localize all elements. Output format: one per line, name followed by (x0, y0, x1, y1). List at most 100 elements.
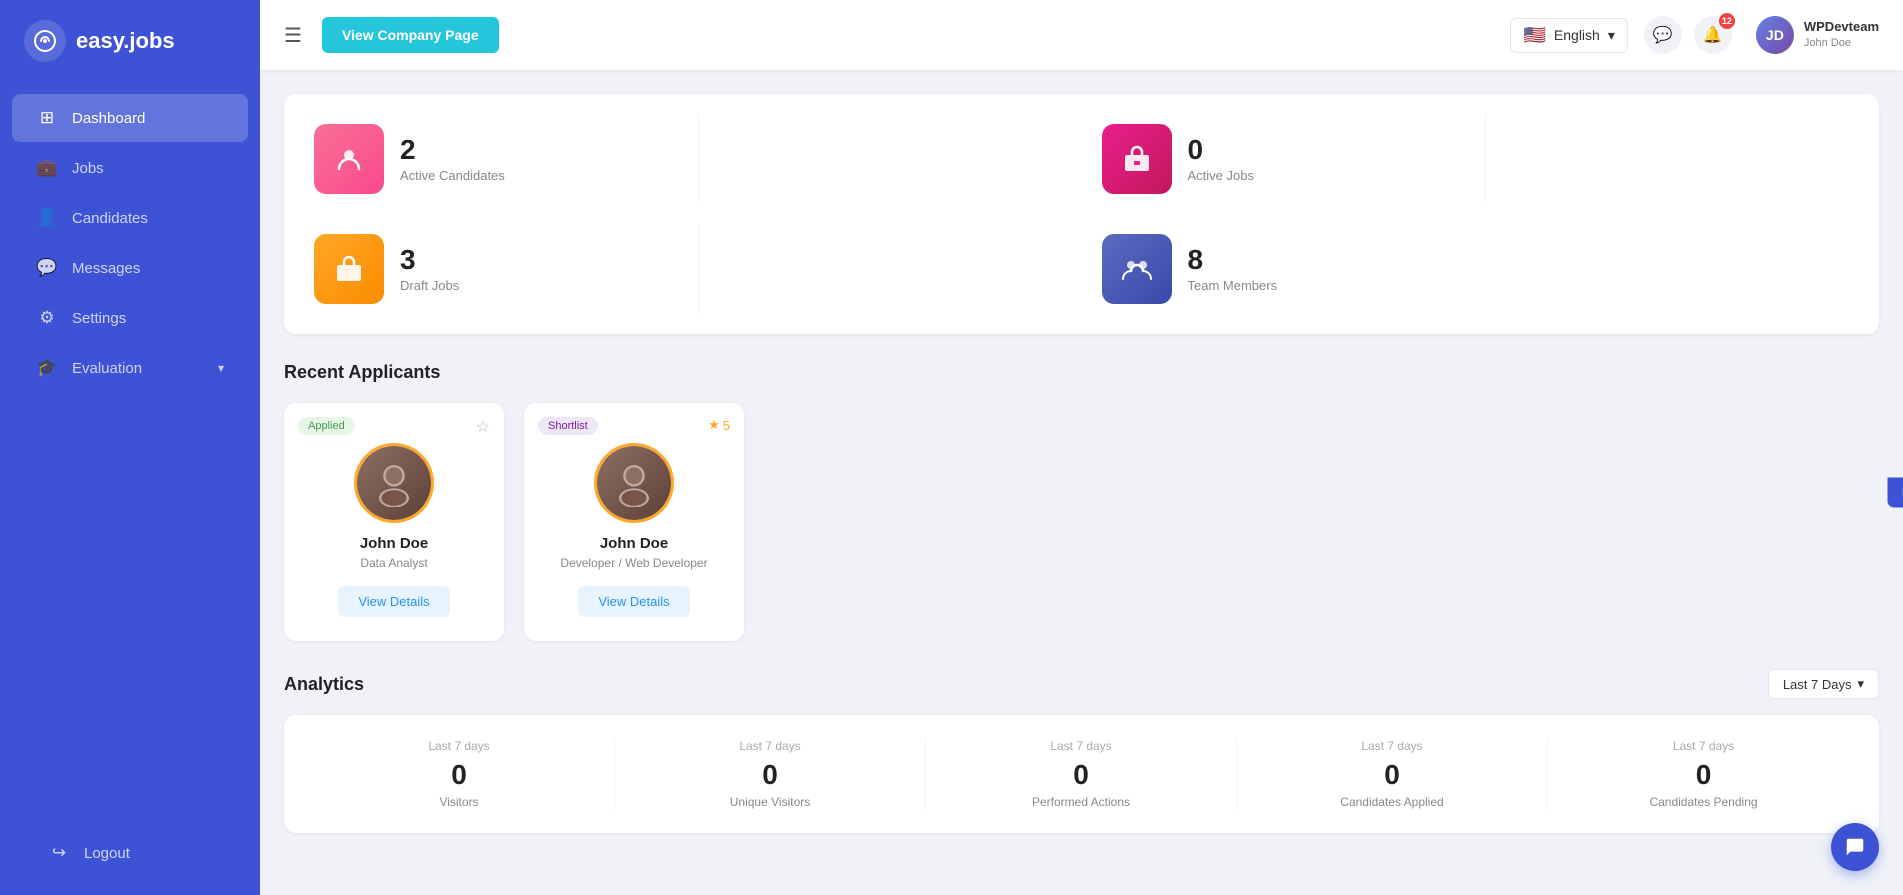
sidebar-label-evaluation: Evaluation (72, 360, 142, 377)
stat-draft-jobs: 3 Draft Jobs (304, 224, 678, 314)
content-area: 2 Active Candidates 0 Active Jobs (260, 70, 1903, 895)
unique-visitors-period: Last 7 days (739, 739, 800, 753)
team-members-number: 8 (1188, 246, 1278, 274)
candidates-applied-period: Last 7 days (1361, 739, 1422, 753)
user-text: WPDevteam John Doe (1804, 19, 1879, 50)
draft-jobs-stat-icon (314, 234, 384, 304)
sidebar-label-messages: Messages (72, 260, 140, 277)
applicant-avatar-1 (354, 443, 434, 523)
active-jobs-number: 0 (1188, 136, 1254, 164)
chevron-down-icon: ▾ (218, 361, 224, 375)
sidebar-label-jobs: Jobs (72, 160, 104, 177)
analytics-stat-visitors: Last 7 days 0 Visitors (304, 739, 615, 809)
analytics-filter-button[interactable]: Last 7 Days ▾ (1768, 669, 1879, 699)
language-selector[interactable]: 🇺🇸 English ▾ (1510, 18, 1627, 53)
star-count: 5 (723, 418, 730, 433)
user-info[interactable]: JD WPDevteam John Doe (1756, 16, 1879, 54)
stats-row: 2 Active Candidates 0 Active Jobs (284, 94, 1879, 334)
gear-icon: ⚙ (36, 308, 58, 328)
applicant-name-2: John Doe (600, 535, 668, 552)
chevron-down-icon: ▾ (1857, 676, 1864, 692)
analytics-title: Analytics (284, 674, 364, 695)
logout-icon: ↪ (48, 843, 70, 863)
applicant-avatar-2 (594, 443, 674, 523)
team-members-label: Team Members (1188, 278, 1278, 293)
performed-actions-label: Performed Actions (1032, 795, 1130, 809)
applicant-name-1: John Doe (360, 535, 428, 552)
unique-visitors-number: 0 (762, 759, 778, 791)
person-icon: 👤 (36, 208, 58, 228)
chat-bubble-button[interactable] (1831, 823, 1879, 871)
menu-button[interactable]: ☰ (284, 23, 302, 48)
sidebar-item-logout[interactable]: ↪ Logout (24, 829, 236, 877)
sidebar-nav: ⊞ Dashboard 💼 Jobs 👤 Candidates 💬 Messag… (0, 82, 260, 811)
jobs-stat-icon (1102, 124, 1172, 194)
active-candidates-label: Active Candidates (400, 168, 505, 183)
notifications-button[interactable]: 🔔 12 (1694, 16, 1732, 54)
messages-button[interactable]: 💬 (1644, 16, 1682, 54)
sidebar-label-logout: Logout (84, 845, 130, 862)
applicant-card-1: Applied ☆ John Doe Data (284, 403, 504, 641)
sidebar-bottom: ↪ Logout (0, 811, 260, 895)
graduation-icon: 🎓 (36, 358, 58, 378)
star-icon: ★ (708, 417, 720, 433)
candidates-pending-period: Last 7 days (1673, 739, 1734, 753)
stat-active-candidates: 2 Active Candidates (304, 114, 678, 204)
header: ☰ View Company Page 🇺🇸 English ▾ 💬 🔔 12 … (260, 0, 1903, 70)
draft-jobs-label: Draft Jobs (400, 278, 459, 293)
team-members-stat-icon (1102, 234, 1172, 304)
message-icon: 💬 (1653, 25, 1673, 45)
chevron-down-icon: ▾ (1608, 27, 1615, 44)
view-company-page-button[interactable]: View Company Page (322, 17, 499, 53)
candidates-pending-label: Candidates Pending (1649, 795, 1757, 809)
bookmark-icon[interactable]: ☆ (476, 417, 490, 437)
visitors-period: Last 7 days (428, 739, 489, 753)
header-icons: 💬 🔔 12 (1644, 16, 1732, 54)
unique-visitors-label: Unique Visitors (730, 795, 810, 809)
applied-badge: Applied (298, 417, 355, 435)
visitors-label: Visitors (439, 795, 478, 809)
avatar-initials: JD (1766, 27, 1784, 43)
chat-icon: 💬 (36, 258, 58, 278)
feedback-tab[interactable]: Feedback (1888, 477, 1903, 507)
sidebar-item-dashboard[interactable]: ⊞ Dashboard (12, 94, 248, 142)
view-details-button-2[interactable]: View Details (578, 586, 689, 617)
sidebar-item-candidates[interactable]: 👤 Candidates (12, 194, 248, 242)
sidebar-item-jobs[interactable]: 💼 Jobs (12, 144, 248, 192)
logo-icon (24, 20, 66, 62)
avatar-placeholder-1 (357, 446, 431, 520)
applicant-role-2: Developer / Web Developer (560, 556, 707, 570)
home-icon: ⊞ (36, 108, 58, 128)
active-jobs-label: Active Jobs (1188, 168, 1254, 183)
candidates-pending-number: 0 (1696, 759, 1712, 791)
draft-jobs-number: 3 (400, 246, 459, 274)
sidebar-item-settings[interactable]: ⚙ Settings (12, 294, 248, 342)
analytics-stat-candidates-pending: Last 7 days 0 Candidates Pending (1548, 739, 1859, 809)
analytics-stat-unique-visitors: Last 7 days 0 Unique Visitors (615, 739, 926, 809)
candidates-stat-icon (314, 124, 384, 194)
star-rating: ★ 5 (708, 417, 730, 433)
stat-draft-jobs-text: 3 Draft Jobs (400, 246, 459, 293)
briefcase-icon: 💼 (36, 158, 58, 178)
stat-active-jobs: 0 Active Jobs (1092, 114, 1466, 204)
sidebar-item-evaluation[interactable]: 🎓 Evaluation ▾ (12, 344, 248, 392)
analytics-stat-candidates-applied: Last 7 days 0 Candidates Applied (1237, 739, 1548, 809)
main-container: ☰ View Company Page 🇺🇸 English ▾ 💬 🔔 12 … (260, 0, 1903, 895)
sidebar-item-messages[interactable]: 💬 Messages (12, 244, 248, 292)
shortlist-badge: Shortlist (538, 417, 598, 435)
analytics-section: Analytics Last 7 Days ▾ Last 7 days 0 Vi… (284, 669, 1879, 833)
logo-text: easy.jobs (76, 28, 175, 54)
stat-divider-3 (698, 224, 699, 314)
sidebar: easy.jobs ⊞ Dashboard 💼 Jobs 👤 Candidate… (0, 0, 260, 895)
analytics-stats-row: Last 7 days 0 Visitors Last 7 days 0 Uni… (284, 715, 1879, 833)
notification-badge: 12 (1719, 13, 1735, 29)
sidebar-label-settings: Settings (72, 310, 126, 327)
logo[interactable]: easy.jobs (0, 0, 260, 82)
stat-team-members-text: 8 Team Members (1188, 246, 1278, 293)
recent-applicants-title: Recent Applicants (284, 362, 1879, 383)
applicant-card-2: Shortlist ★ 5 (524, 403, 744, 641)
sidebar-label-dashboard: Dashboard (72, 110, 145, 127)
analytics-filter-label: Last 7 Days (1783, 677, 1852, 692)
view-details-button-1[interactable]: View Details (338, 586, 449, 617)
candidates-applied-number: 0 (1384, 759, 1400, 791)
